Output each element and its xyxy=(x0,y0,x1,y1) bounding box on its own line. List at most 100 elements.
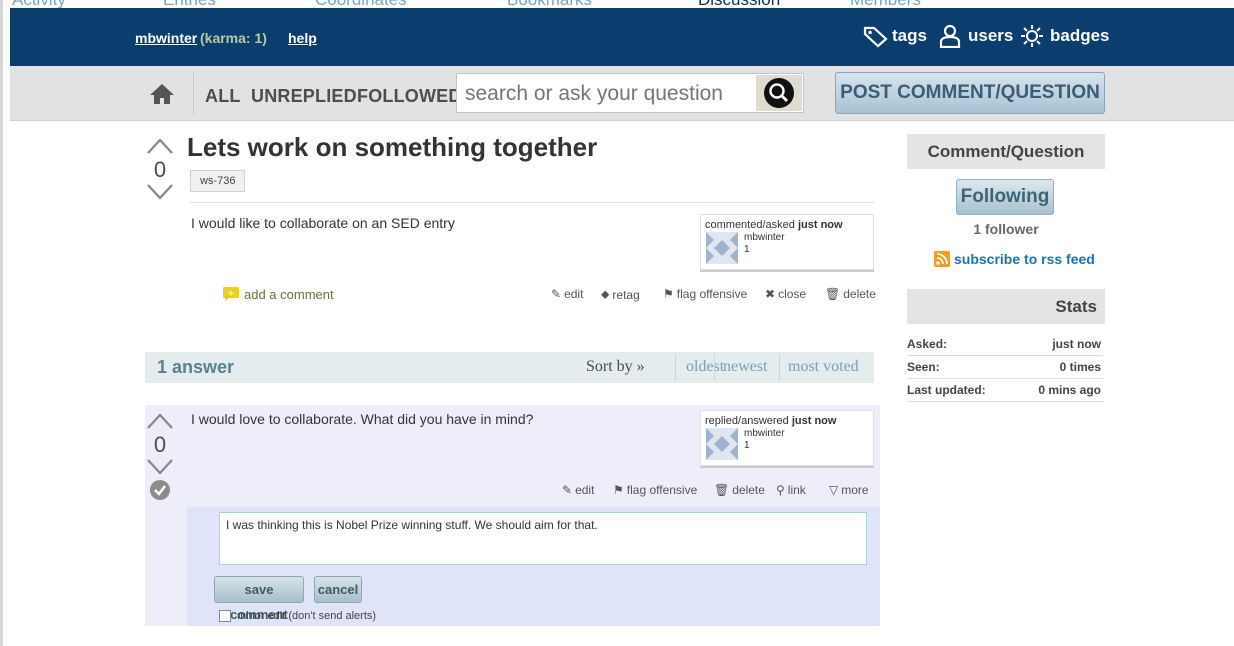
sort-newest[interactable]: newest xyxy=(723,358,767,376)
nav-users[interactable]: users xyxy=(938,24,1013,48)
tab-members[interactable]: Members xyxy=(850,0,921,8)
stat-seen: Seen: 0 times xyxy=(907,356,1103,379)
badge-icon xyxy=(1021,25,1043,47)
comment-icon: + xyxy=(223,287,239,301)
vote-up-icon[interactable] xyxy=(146,412,174,430)
cancel-button[interactable]: cancel xyxy=(314,576,362,603)
link-icon: ⚲ xyxy=(776,483,785,497)
answer-count: 1 answer xyxy=(157,357,235,377)
divider xyxy=(675,354,676,381)
question-vote-count: 0 xyxy=(153,157,167,182)
answer-author-card: replied/answered just now mbwinter 1 xyxy=(700,410,874,466)
scope-all[interactable]: ALL xyxy=(205,86,241,107)
svg-text:+: + xyxy=(227,289,235,299)
add-comment-link[interactable]: + add a comment xyxy=(222,286,334,302)
stat-updated: Last updated: 0 mins ago xyxy=(907,379,1103,402)
answer-body: I would love to collaborate. What did yo… xyxy=(191,411,534,427)
answer-vote-count: 0 xyxy=(153,432,167,457)
nav-tags[interactable]: tags xyxy=(862,24,927,48)
comment-box: I was thinking this is Nobel Prize winni… xyxy=(219,512,867,565)
tag-icon: ⬥ xyxy=(601,287,610,301)
link-link[interactable]: ⚲ link xyxy=(776,483,806,497)
rss-link[interactable]: subscribe to rss feed xyxy=(934,251,1095,267)
question-title[interactable]: Lets work on something together xyxy=(187,132,597,163)
stat-asked: Asked: just now xyxy=(907,333,1103,356)
search-box xyxy=(456,73,804,113)
user-link[interactable]: mbwinter xyxy=(135,30,197,46)
post-time: replied/answered just now xyxy=(705,415,837,427)
divider xyxy=(714,354,715,381)
scope-followed[interactable]: FOLLOWED xyxy=(357,86,462,107)
avatar[interactable] xyxy=(706,232,738,264)
question-body: I would like to collaborate on an SED en… xyxy=(191,215,455,231)
chevron-down-icon: ▽ xyxy=(829,483,839,497)
divider xyxy=(193,72,194,114)
page: Activity Entries Coordinates Bookmarks D… xyxy=(0,0,1234,646)
tag-icon xyxy=(863,26,888,48)
vote-down-icon[interactable] xyxy=(146,183,174,201)
sort-label: Sort by » xyxy=(586,358,645,375)
window-edge xyxy=(0,0,3,646)
sort-most-voted[interactable]: most voted xyxy=(788,358,859,376)
search-icon xyxy=(764,78,794,108)
flag-icon: ⚑ xyxy=(663,287,674,301)
minor-edit-option[interactable]: minor edit (don't send alerts) xyxy=(219,610,376,622)
rss-label: subscribe to rss feed xyxy=(954,251,1095,267)
flag-link[interactable]: ⚑ flag offensive xyxy=(663,287,747,301)
divider xyxy=(190,202,874,203)
follower-count: 1 follower xyxy=(973,221,1039,237)
comment-textarea[interactable]: I was thinking this is Nobel Prize winni… xyxy=(220,513,866,564)
minor-edit-label: minor edit (don't send alerts) xyxy=(237,610,377,622)
pencil-icon: ✎ xyxy=(551,287,562,301)
search-button[interactable] xyxy=(756,75,802,111)
author-rep: 1 xyxy=(744,244,750,255)
edit-link[interactable]: ✎ edit xyxy=(551,287,583,301)
tools-heading: Comment/Question Tools xyxy=(907,134,1105,196)
avatar[interactable] xyxy=(706,428,738,460)
question-tag[interactable]: ws-736 xyxy=(190,170,246,192)
answers-header: 1 answer Sort by » oldest newest most vo… xyxy=(145,352,874,383)
nav-badges-label: badges xyxy=(1050,26,1110,45)
post-question-button[interactable]: POST COMMENT/QUESTION xyxy=(835,72,1105,114)
nav-badges[interactable]: badges xyxy=(1020,24,1110,48)
flag-link[interactable]: ⚑ flag offensive xyxy=(613,483,697,497)
author-name[interactable]: mbwinter xyxy=(744,232,785,243)
retag-link[interactable]: ⬥ retag xyxy=(601,287,640,302)
tab-discussion[interactable]: Discussion xyxy=(698,0,850,8)
delete-link[interactable]: 🗑 delete xyxy=(825,287,876,301)
nav-tags-label: tags xyxy=(892,26,927,45)
vote-up-icon[interactable] xyxy=(146,137,174,155)
top-tab-strip: Activity Entries Coordinates Bookmarks D… xyxy=(10,0,1234,8)
divider xyxy=(779,354,780,381)
question-author-card: commented/asked just now mbwinter 1 xyxy=(700,214,874,270)
scope-unreplied[interactable]: UNREPLIED xyxy=(251,86,357,107)
sort-oldest[interactable]: oldest xyxy=(686,358,724,376)
close-link[interactable]: ✖ close xyxy=(765,287,806,301)
trash-icon: 🗑 xyxy=(714,483,730,497)
pencil-icon: ✎ xyxy=(562,483,573,497)
trash-icon: 🗑 xyxy=(825,287,841,301)
delete-link[interactable]: 🗑 delete xyxy=(714,483,765,497)
rss-icon xyxy=(934,251,950,267)
search-input[interactable] xyxy=(463,79,733,109)
vote-down-icon[interactable] xyxy=(146,458,174,476)
search-bar-row: ALL UNREPLIED FOLLOWED POST COMMENT/QUES… xyxy=(10,66,1234,121)
edit-link[interactable]: ✎ edit xyxy=(562,483,594,497)
author-rep: 1 xyxy=(744,440,750,451)
author-name[interactable]: mbwinter xyxy=(744,428,785,439)
stats-heading: Stats xyxy=(907,289,1105,324)
nav-users-label: users xyxy=(968,26,1014,45)
help-link[interactable]: help xyxy=(288,30,317,46)
home-icon[interactable] xyxy=(149,83,175,105)
following-button[interactable]: Following xyxy=(956,179,1054,215)
post-time: commented/asked just now xyxy=(705,219,843,231)
save-comment-button[interactable]: save comment xyxy=(214,576,304,622)
more-link[interactable]: ▽ more xyxy=(829,483,869,497)
add-comment-label: add a comment xyxy=(244,286,334,302)
user-icon xyxy=(939,24,961,48)
flag-icon: ⚑ xyxy=(613,483,624,497)
close-icon: ✖ xyxy=(765,287,776,301)
accept-answer-icon[interactable] xyxy=(149,479,171,501)
minor-edit-checkbox[interactable] xyxy=(219,610,231,622)
karma-label: (karma: 1) xyxy=(200,30,267,46)
